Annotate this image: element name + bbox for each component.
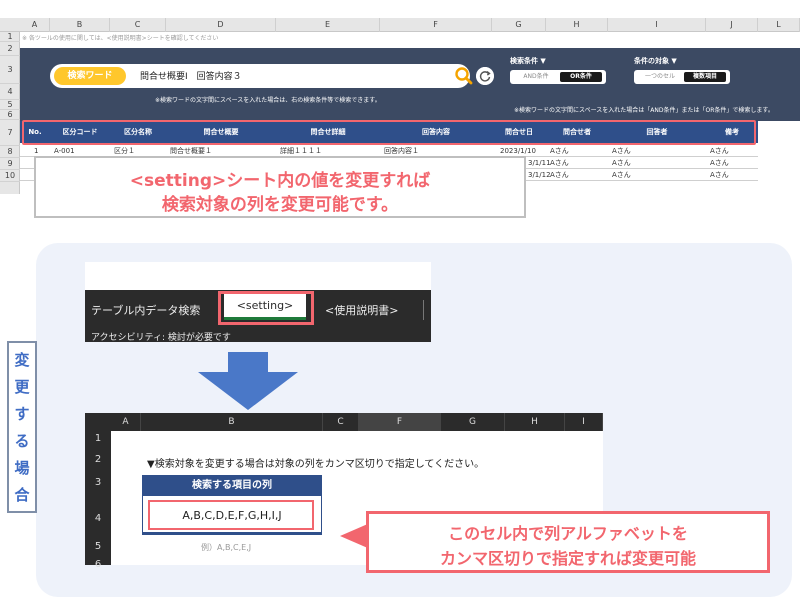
table-cell: Aさん: [710, 171, 729, 179]
column-header-h[interactable]: H: [505, 413, 565, 431]
setting-callout: <setting>シート内の値を変更すれば 検索対象の列を変更可能です。: [34, 156, 526, 218]
table-cell: Aさん: [612, 147, 631, 155]
tab-table-data-search[interactable]: テーブル内データ検索: [91, 300, 200, 322]
search-word-tag: 検索ワード: [54, 67, 126, 85]
or-condition-option[interactable]: OR条件: [560, 72, 602, 82]
table-cell: 3/1/12: [528, 171, 551, 179]
cell-callout-line-2: カンマ区切りで指定すれば変更可能: [439, 549, 696, 568]
column-header-i[interactable]: I: [608, 18, 706, 32]
condition-note: ※検索ワードの文字間にスペースを入れた場合は「AND条件」または「OR条件」で検…: [514, 107, 774, 114]
setting-tab-highlight-frame: [218, 291, 314, 325]
search-note: ※検索ワードの文字間にスペースを入れた場合は、右の検索条件等で検索できます。: [155, 97, 381, 104]
row-header-3[interactable]: 3: [0, 56, 20, 84]
table-cell: Aさん: [612, 171, 631, 179]
table-cell: 3/1/11: [528, 159, 551, 167]
column-header-bar: A B C D E F G H I J L: [0, 18, 800, 32]
example-text: 例）A,B,C,E,J: [201, 543, 252, 552]
row-header-1[interactable]: 1: [0, 32, 20, 42]
row-header-8[interactable]: 8: [0, 146, 20, 158]
table-cell: Aさん: [612, 159, 631, 167]
cell-callout: このセル内で列アルファベットを カンマ区切りで指定すれば変更可能: [340, 511, 770, 573]
single-cell-option[interactable]: 一つのセル: [638, 72, 682, 82]
search-box[interactable]: 検索ワード 問合せ概要Ⅰ 回答内容３: [50, 64, 473, 88]
columns-cell-highlight-frame: [148, 500, 314, 530]
setting-callout-line-1: <setting>シート内の値を変更すれば: [129, 171, 431, 191]
column-header-f[interactable]: F: [359, 413, 441, 431]
column-header-g[interactable]: G: [441, 413, 505, 431]
search-panel: 検索ワード 問合せ概要Ⅰ 回答内容３ ※検索ワードの文字間にスペースを入れた場合…: [20, 48, 800, 121]
column-header-j[interactable]: J: [706, 18, 758, 32]
cell-callout-box: このセル内で列アルファベットを カンマ区切りで指定すれば変更可能: [366, 511, 770, 573]
sheet-tab-bar: テーブル内データ検索 <setting> <使用説明書> アクセシビリティ: 検…: [85, 262, 431, 343]
reset-icon[interactable]: [476, 67, 494, 85]
table-cell: Aさん: [550, 159, 569, 167]
column-header-a[interactable]: A: [20, 18, 50, 32]
column-header-i[interactable]: I: [565, 413, 603, 431]
row-header-4[interactable]: 4: [85, 513, 111, 524]
header-highlight-frame: [22, 120, 756, 145]
row-header-2[interactable]: 2: [85, 454, 111, 465]
row-header-1[interactable]: 1: [85, 433, 111, 444]
condition-target-label: 条件の対象 ▼: [634, 57, 677, 65]
column-header-c[interactable]: C: [323, 413, 359, 431]
row-header-5[interactable]: 5: [85, 541, 111, 552]
row-header-6[interactable]: 6: [0, 110, 20, 120]
and-condition-option[interactable]: AND条件: [514, 72, 558, 82]
row-header-5[interactable]: 5: [0, 100, 20, 110]
instruction-text: ▼検索対象を変更する場合は対象の列をカンマ区切りで指定してください。: [147, 459, 485, 470]
row-header-6[interactable]: 6: [85, 559, 111, 570]
column-header-b[interactable]: B: [50, 18, 110, 32]
row-header-bar: 1 2 3 4 5 6: [85, 431, 111, 570]
accessibility-status[interactable]: アクセシビリティ: 検討が必要です: [91, 330, 231, 343]
column-header-l[interactable]: L: [758, 18, 800, 32]
column-header-c[interactable]: C: [110, 18, 166, 32]
when-changing-label: 変 更 す る 場 合: [7, 341, 37, 513]
column-header-d[interactable]: D: [166, 18, 276, 32]
row-header-9[interactable]: 9: [0, 158, 20, 170]
table-cell: Aさん: [550, 147, 569, 155]
side-label-char: 場: [14, 459, 30, 477]
search-columns-header: 検索する項目の列: [142, 475, 322, 495]
column-header-bar: A B C F G H I: [85, 413, 603, 431]
side-label-char: 更: [14, 378, 30, 396]
row-header-2[interactable]: 2: [0, 42, 20, 56]
tab-separator: [423, 300, 424, 320]
setting-callout-line-2: 検索対象の列を変更可能です。: [161, 195, 399, 215]
table-cell: Aさん: [550, 171, 569, 179]
cell-callout-line-1: このセル内で列アルファベットを: [448, 524, 688, 543]
column-header-a[interactable]: A: [111, 413, 141, 431]
search-condition-label: 検索条件 ▼: [510, 57, 546, 65]
column-header-h[interactable]: H: [546, 18, 608, 32]
down-arrow-icon: [198, 352, 298, 410]
column-header-f[interactable]: F: [380, 18, 492, 32]
row-header-10[interactable]: 10: [0, 170, 20, 182]
side-label-char: 合: [14, 486, 30, 504]
row-header-bar: 1 2 3 4 5 6 7 8 9 10: [0, 32, 20, 194]
column-header-e[interactable]: E: [276, 18, 380, 32]
row-header-7[interactable]: 7: [0, 120, 20, 146]
column-header-b[interactable]: B: [141, 413, 323, 431]
side-label-char: る: [14, 432, 30, 450]
multiple-items-option[interactable]: 複数項目: [684, 72, 726, 82]
condition-target-toggle: 一つのセル 複数項目: [634, 70, 730, 84]
search-input[interactable]: 問合せ概要Ⅰ 回答内容３: [140, 69, 242, 82]
search-icon[interactable]: [454, 66, 474, 86]
tab-usage-manual[interactable]: <使用説明書>: [325, 300, 398, 322]
usage-note: ※ 各ツールの使用に関しては、<使用説明書>シートを確認してください: [22, 35, 219, 42]
side-label-char: 変: [14, 351, 30, 369]
table-cell: Aさん: [710, 159, 729, 167]
side-label-char: す: [14, 405, 30, 423]
column-header-g[interactable]: G: [492, 18, 546, 32]
row-header-3[interactable]: 3: [85, 477, 111, 488]
search-condition-toggle: AND条件 OR条件: [510, 70, 606, 84]
table-cell: Aさん: [710, 147, 729, 155]
row-header-4[interactable]: 4: [0, 84, 20, 100]
